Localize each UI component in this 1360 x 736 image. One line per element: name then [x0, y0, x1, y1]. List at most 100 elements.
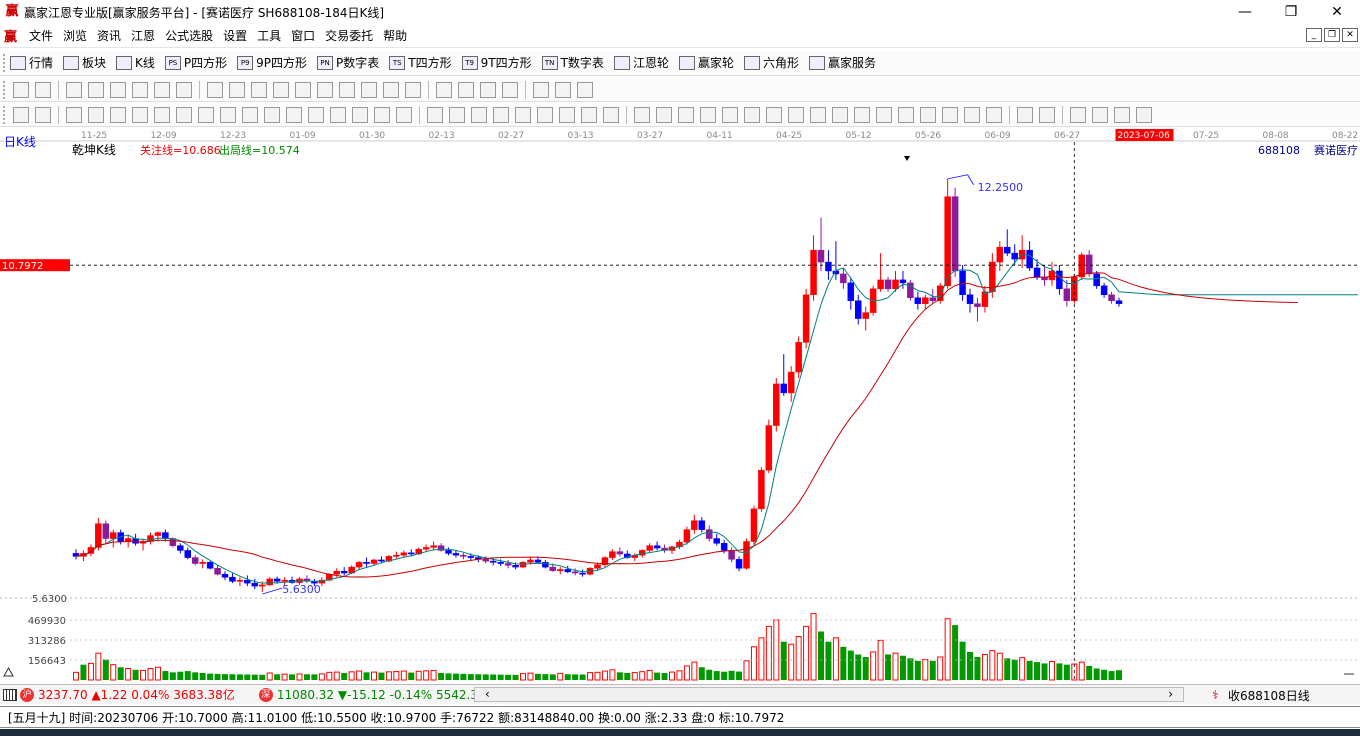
toolbar-item-0[interactable]: 行情 — [10, 54, 53, 71]
tool-icon[interactable] — [1070, 106, 1086, 123]
tool-icon[interactable] — [449, 106, 465, 123]
toolbar-item-5[interactable]: PN P数字表 — [317, 54, 379, 71]
tool-icon[interactable] — [722, 106, 738, 123]
restore-button[interactable]: ❐ — [1268, 0, 1314, 24]
menu-formula[interactable]: 公式选股 — [160, 27, 218, 44]
tool-icon[interactable] — [154, 81, 170, 98]
tool-icon[interactable] — [656, 106, 672, 123]
tool-icon[interactable] — [35, 81, 51, 98]
tool-icon[interactable] — [88, 106, 104, 123]
tool-icon[interactable] — [577, 81, 593, 98]
tool-icon[interactable] — [35, 106, 51, 123]
tool-icon[interactable] — [374, 106, 390, 123]
tool-icon[interactable] — [66, 106, 82, 123]
tool-icon[interactable] — [537, 106, 553, 123]
tool-icon[interactable] — [273, 81, 289, 98]
toolbar-grip[interactable] — [3, 105, 7, 124]
tool-icon[interactable] — [132, 81, 148, 98]
tool-icon[interactable] — [198, 106, 214, 123]
menu-gann[interactable]: 江恩 — [126, 27, 160, 44]
tool-icon[interactable] — [396, 106, 412, 123]
tool-icon[interactable] — [1039, 106, 1055, 123]
tool-icon[interactable] — [678, 106, 694, 123]
tool-icon[interactable] — [229, 81, 245, 98]
tool-icon[interactable] — [110, 81, 126, 98]
mdi-restore-button[interactable]: ❐ — [1324, 28, 1340, 42]
toolbar-item-4[interactable]: P9 9P四方形 — [237, 54, 307, 71]
toolbar-grip[interactable] — [3, 53, 7, 72]
tool-icon[interactable] — [493, 106, 509, 123]
tool-icon[interactable] — [1092, 106, 1108, 123]
tool-icon[interactable] — [220, 106, 236, 123]
tool-icon[interactable] — [810, 106, 826, 123]
tool-icon[interactable] — [832, 106, 848, 123]
tool-icon[interactable] — [13, 81, 29, 98]
toolbar-item-2[interactable]: K线 — [116, 54, 155, 71]
toolbar-item-8[interactable]: TN T数字表 — [541, 54, 604, 71]
menu-tools[interactable]: 工具 — [252, 27, 286, 44]
tool-icon[interactable] — [66, 81, 82, 98]
scroll-left-arrow-icon[interactable]: ‹ — [485, 687, 490, 701]
tool-icon[interactable] — [154, 106, 170, 123]
tool-icon[interactable] — [13, 106, 29, 123]
toolbar-item-3[interactable]: PS P四方形 — [164, 54, 227, 71]
tool-icon[interactable] — [132, 106, 148, 123]
toolbar-grip[interactable] — [3, 80, 7, 99]
tool-icon[interactable] — [603, 106, 619, 123]
tool-icon[interactable] — [352, 106, 368, 123]
tool-icon[interactable] — [502, 81, 518, 98]
kline-chart-svg[interactable]: 11-25 12-09 12-23 01-09 01-30 02-13 02-27 03-13… — [0, 128, 1360, 683]
tool-icon[interactable] — [533, 81, 549, 98]
tool-icon[interactable] — [854, 106, 870, 123]
menu-browse[interactable]: 浏览 — [58, 27, 92, 44]
tool-icon[interactable] — [110, 106, 126, 123]
tool-icon[interactable] — [942, 106, 958, 123]
tool-icon[interactable] — [515, 106, 531, 123]
tool-icon[interactable] — [436, 81, 452, 98]
tool-icon[interactable] — [471, 106, 487, 123]
tool-icon[interactable] — [898, 106, 914, 123]
tool-icon[interactable] — [339, 81, 355, 98]
tool-icon[interactable] — [876, 106, 892, 123]
stock-note-icon[interactable]: ⚕ — [1212, 688, 1219, 702]
tool-icon[interactable] — [1136, 106, 1152, 123]
tool-icon[interactable] — [207, 81, 223, 98]
toolbar-item-12[interactable]: 赢家服务 — [808, 54, 876, 71]
tool-icon[interactable] — [286, 106, 302, 123]
tool-icon[interactable] — [88, 81, 104, 98]
toolbar-item-9[interactable]: 江恩轮 — [613, 54, 669, 71]
tool-icon[interactable] — [634, 106, 650, 123]
tool-icon[interactable] — [964, 106, 980, 123]
tool-icon[interactable] — [744, 106, 760, 123]
tool-icon[interactable] — [427, 106, 443, 123]
tool-icon[interactable] — [1017, 106, 1033, 123]
toolbar-item-7[interactable]: T9 9T四方形 — [461, 54, 532, 71]
kline-chart-panel[interactable]: 11-25 12-09 12-23 01-09 01-30 02-13 02-27 03-13… — [0, 128, 1360, 683]
horizontal-scrollbar[interactable]: ‹ › — [474, 687, 1184, 702]
mdi-close-button[interactable]: ✕ — [1342, 28, 1358, 42]
menu-help[interactable]: 帮助 — [378, 27, 412, 44]
tool-icon[interactable] — [330, 106, 346, 123]
tool-icon[interactable] — [559, 106, 575, 123]
index-grid-icon[interactable] — [3, 688, 17, 701]
menu-window[interactable]: 窗口 — [286, 27, 320, 44]
tool-icon[interactable] — [176, 81, 192, 98]
close-button[interactable]: ✕ — [1314, 0, 1360, 24]
mdi-minimize-button[interactable]: _ — [1306, 28, 1322, 42]
minimize-button[interactable]: — — [1222, 0, 1268, 24]
tool-icon[interactable] — [555, 81, 571, 98]
tool-icon[interactable] — [766, 106, 782, 123]
tool-icon[interactable] — [308, 106, 324, 123]
tool-icon[interactable] — [581, 106, 597, 123]
toolbar-item-11[interactable]: 六角形 — [743, 54, 799, 71]
tool-icon[interactable] — [264, 106, 280, 123]
toolbar-item-10[interactable]: 赢家轮 — [678, 54, 734, 71]
toolbar-item-6[interactable]: TS T四方形 — [389, 54, 452, 71]
tool-icon[interactable] — [986, 106, 1002, 123]
tool-icon[interactable] — [176, 106, 192, 123]
tool-icon[interactable] — [251, 81, 267, 98]
tool-icon[interactable] — [458, 81, 474, 98]
toolbar-item-1[interactable]: 板块 — [63, 54, 106, 71]
menu-settings[interactable]: 设置 — [218, 27, 252, 44]
tool-icon[interactable] — [295, 81, 311, 98]
